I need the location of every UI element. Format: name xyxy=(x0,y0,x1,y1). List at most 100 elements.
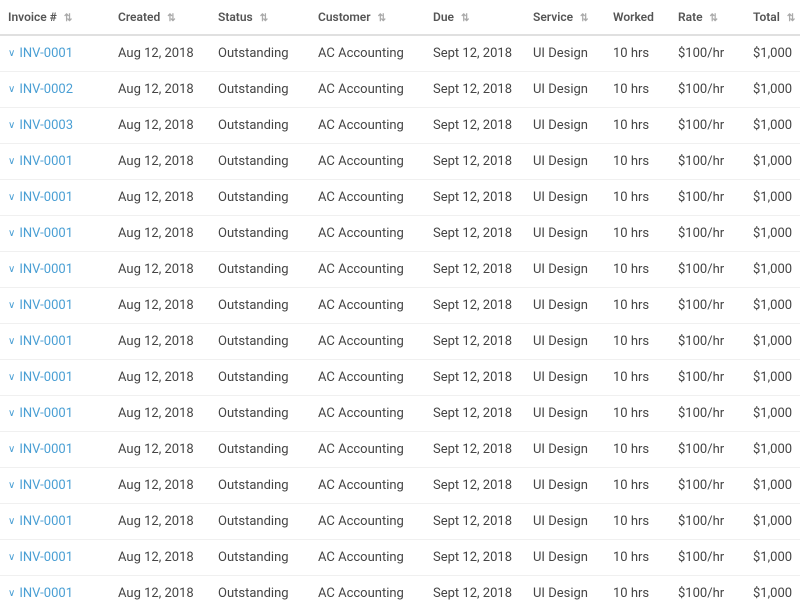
cell-due: Sept 12, 2018 xyxy=(425,108,525,144)
cell-invoice[interactable]: ∨ INV-0001 xyxy=(0,144,110,180)
col-header-due[interactable]: Due ⇅ xyxy=(425,0,525,35)
cell-total: $1,000 xyxy=(745,72,800,108)
cell-due: Sept 12, 2018 xyxy=(425,432,525,468)
cell-created: Aug 12, 2018 xyxy=(110,396,210,432)
cell-created: Aug 12, 2018 xyxy=(110,540,210,576)
cell-total: $1,000 xyxy=(745,180,800,216)
cell-rate: $100/hr xyxy=(670,468,745,504)
invoice-link[interactable]: ∨ INV-0001 xyxy=(8,550,102,565)
cell-due: Sept 12, 2018 xyxy=(425,540,525,576)
cell-customer: AC Accounting xyxy=(310,72,425,108)
cell-rate: $100/hr xyxy=(670,35,745,72)
invoice-link[interactable]: ∨ INV-0001 xyxy=(8,154,102,169)
cell-due: Sept 12, 2018 xyxy=(425,72,525,108)
invoice-link[interactable]: ∨ INV-0002 xyxy=(8,82,102,97)
col-header-rate[interactable]: Rate ⇅ xyxy=(670,0,745,35)
cell-status: Outstanding xyxy=(210,180,310,216)
cell-created: Aug 12, 2018 xyxy=(110,216,210,252)
cell-invoice[interactable]: ∨ INV-0001 xyxy=(0,504,110,540)
cell-customer: AC Accounting xyxy=(310,576,425,600)
cell-total: $1,000 xyxy=(745,504,800,540)
invoice-link[interactable]: ∨ INV-0003 xyxy=(8,118,102,133)
cell-rate: $100/hr xyxy=(670,288,745,324)
cell-rate: $100/hr xyxy=(670,504,745,540)
sort-icon-service: ⇅ xyxy=(580,13,588,24)
cell-worked: 10 hrs xyxy=(605,108,670,144)
invoice-link[interactable]: ∨ INV-0001 xyxy=(8,262,102,277)
invoice-link[interactable]: ∨ INV-0001 xyxy=(8,442,102,457)
sort-icon-total: ⇅ xyxy=(787,13,795,24)
sort-icon-rate: ⇅ xyxy=(710,13,718,24)
cell-service: UI Design xyxy=(525,432,605,468)
cell-created: Aug 12, 2018 xyxy=(110,576,210,600)
cell-customer: AC Accounting xyxy=(310,144,425,180)
col-header-invoice[interactable]: Invoice # ⇅ xyxy=(0,0,110,35)
chevron-icon: ∨ xyxy=(8,408,15,419)
cell-worked: 10 hrs xyxy=(605,324,670,360)
cell-due: Sept 12, 2018 xyxy=(425,360,525,396)
invoice-link[interactable]: ∨ INV-0001 xyxy=(8,226,102,241)
cell-service: UI Design xyxy=(525,396,605,432)
cell-invoice[interactable]: ∨ INV-0001 xyxy=(0,396,110,432)
cell-worked: 10 hrs xyxy=(605,468,670,504)
cell-invoice[interactable]: ∨ INV-0001 xyxy=(0,180,110,216)
sort-icon-created: ⇅ xyxy=(167,13,175,24)
invoice-table-container[interactable]: Invoice # ⇅ Created ⇅ Status ⇅ Customer … xyxy=(0,0,800,600)
cell-status: Outstanding xyxy=(210,468,310,504)
invoice-link[interactable]: ∨ INV-0001 xyxy=(8,46,102,61)
cell-worked: 10 hrs xyxy=(605,432,670,468)
cell-worked: 10 hrs xyxy=(605,396,670,432)
invoice-link[interactable]: ∨ INV-0001 xyxy=(8,478,102,493)
cell-due: Sept 12, 2018 xyxy=(425,252,525,288)
cell-invoice[interactable]: ∨ INV-0002 xyxy=(0,72,110,108)
cell-created: Aug 12, 2018 xyxy=(110,144,210,180)
cell-created: Aug 12, 2018 xyxy=(110,72,210,108)
chevron-icon: ∨ xyxy=(8,480,15,491)
invoice-link[interactable]: ∨ INV-0001 xyxy=(8,370,102,385)
col-header-total[interactable]: Total ⇅ xyxy=(745,0,800,35)
invoice-link[interactable]: ∨ INV-0001 xyxy=(8,190,102,205)
cell-invoice[interactable]: ∨ INV-0001 xyxy=(0,360,110,396)
cell-invoice[interactable]: ∨ INV-0001 xyxy=(0,324,110,360)
cell-worked: 10 hrs xyxy=(605,144,670,180)
cell-status: Outstanding xyxy=(210,288,310,324)
cell-status: Outstanding xyxy=(210,108,310,144)
chevron-icon: ∨ xyxy=(8,552,15,563)
col-header-status[interactable]: Status ⇅ xyxy=(210,0,310,35)
cell-worked: 10 hrs xyxy=(605,180,670,216)
cell-invoice[interactable]: ∨ INV-0001 xyxy=(0,540,110,576)
cell-service: UI Design xyxy=(525,144,605,180)
cell-worked: 10 hrs xyxy=(605,252,670,288)
invoice-link[interactable]: ∨ INV-0001 xyxy=(8,514,102,529)
cell-service: UI Design xyxy=(525,180,605,216)
invoice-link[interactable]: ∨ INV-0001 xyxy=(8,334,102,349)
cell-invoice[interactable]: ∨ INV-0001 xyxy=(0,35,110,72)
cell-invoice[interactable]: ∨ INV-0001 xyxy=(0,576,110,600)
table-row: ∨ INV-0001 Aug 12, 2018 Outstanding AC A… xyxy=(0,252,800,288)
cell-service: UI Design xyxy=(525,468,605,504)
col-header-service[interactable]: Service ⇅ xyxy=(525,0,605,35)
cell-invoice[interactable]: ∨ INV-0001 xyxy=(0,216,110,252)
col-header-created[interactable]: Created ⇅ xyxy=(110,0,210,35)
cell-invoice[interactable]: ∨ INV-0001 xyxy=(0,252,110,288)
col-header-customer[interactable]: Customer ⇅ xyxy=(310,0,425,35)
cell-invoice[interactable]: ∨ INV-0001 xyxy=(0,288,110,324)
table-row: ∨ INV-0002 Aug 12, 2018 Outstanding AC A… xyxy=(0,72,800,108)
cell-invoice[interactable]: ∨ INV-0001 xyxy=(0,432,110,468)
cell-rate: $100/hr xyxy=(670,540,745,576)
table-row: ∨ INV-0001 Aug 12, 2018 Outstanding AC A… xyxy=(0,576,800,600)
cell-due: Sept 12, 2018 xyxy=(425,396,525,432)
cell-rate: $100/hr xyxy=(670,396,745,432)
cell-invoice[interactable]: ∨ INV-0001 xyxy=(0,468,110,504)
invoice-link[interactable]: ∨ INV-0001 xyxy=(8,586,102,600)
cell-created: Aug 12, 2018 xyxy=(110,252,210,288)
cell-worked: 10 hrs xyxy=(605,576,670,600)
cell-total: $1,000 xyxy=(745,396,800,432)
invoice-link[interactable]: ∨ INV-0001 xyxy=(8,298,102,313)
cell-invoice[interactable]: ∨ INV-0003 xyxy=(0,108,110,144)
invoice-link[interactable]: ∨ INV-0001 xyxy=(8,406,102,421)
cell-customer: AC Accounting xyxy=(310,504,425,540)
chevron-icon: ∨ xyxy=(8,336,15,347)
cell-created: Aug 12, 2018 xyxy=(110,180,210,216)
table-row: ∨ INV-0001 Aug 12, 2018 Outstanding AC A… xyxy=(0,360,800,396)
